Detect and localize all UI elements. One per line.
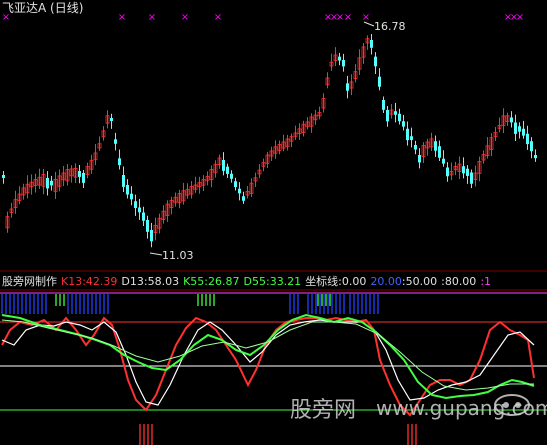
candle-body: [462, 166, 465, 174]
low-price-label: 11.03: [162, 249, 194, 262]
indicator-name: 股旁网制作: [2, 275, 57, 288]
candle-body: [446, 167, 449, 177]
candle-body: [398, 113, 401, 122]
candle-body: [402, 121, 405, 127]
candle-body: [414, 145, 417, 150]
signal-marker: ×: [118, 12, 126, 23]
low-arrow: [149, 252, 163, 256]
candle-body: [418, 155, 421, 163]
signal-marker: ×: [214, 12, 222, 23]
candle-body: [114, 139, 117, 144]
stock-chart-window: × × × × × × × × × × × × × 飞亚达A (日线) 16.78 11.03 股旁网制…: [0, 0, 547, 445]
candle-body: [242, 196, 245, 201]
d13-value: D13:58.03: [121, 275, 180, 288]
candle-body: [518, 126, 521, 132]
candle-body: [434, 141, 437, 151]
candle-body: [226, 166, 229, 174]
signal-marker: ×: [181, 12, 189, 23]
d55-line: [1, 319, 534, 391]
candle-body: [222, 160, 225, 171]
candle-body: [126, 185, 129, 195]
candle-body: [338, 56, 341, 61]
candle-body: [346, 83, 349, 91]
d55-value: D55:33.21: [243, 275, 302, 288]
candle-body: [130, 193, 133, 200]
candle-body: [46, 178, 49, 189]
candle-body: [2, 175, 5, 178]
price-chart-canvas[interactable]: × × × × × ××× × × ×××: [0, 0, 547, 445]
watermark-logo-icon: [494, 394, 530, 416]
candle-body: [382, 100, 385, 110]
high-price-label: 16.78: [374, 20, 406, 33]
candle-body: [378, 76, 381, 87]
candle-body: [438, 146, 441, 158]
k55-value: K55:26.87: [183, 275, 240, 288]
candle-body: [374, 56, 377, 67]
signal-marker: ×: [516, 12, 524, 23]
signal-marker: ×: [148, 12, 156, 23]
candle-body: [342, 60, 345, 67]
candle-body: [442, 158, 445, 164]
candle-body: [466, 168, 469, 176]
candle-body: [150, 230, 153, 242]
candle-body: [78, 171, 81, 177]
candle-body: [530, 141, 533, 152]
candle-body: [118, 158, 121, 166]
candle-body: [370, 40, 373, 48]
watermark-text: 股旁网: [290, 398, 357, 423]
candle-body: [410, 136, 413, 140]
k13-value: K13:42.39: [61, 275, 118, 288]
candle-body: [470, 172, 473, 184]
indicator-header: 股旁网制作 K13:42.39 D13:58.03 K55:26.87 D55:33.2…: [2, 276, 495, 288]
candle-body: [522, 128, 525, 136]
candle-body: [510, 117, 513, 123]
candle-body: [82, 173, 85, 183]
candle-body: [534, 155, 537, 159]
d13-line: [1, 319, 535, 406]
candle-body: [230, 173, 233, 179]
candle-body: [122, 175, 125, 187]
candle-body: [406, 128, 409, 141]
candle-body: [138, 207, 141, 213]
candle-body: [394, 111, 397, 115]
stock-title: 飞亚达A (日线): [2, 1, 84, 15]
coord-0: 0.00: [341, 275, 367, 288]
signal-marker: ×: [362, 12, 370, 23]
candle-body: [50, 180, 53, 186]
signal-marker: ×: [344, 12, 352, 23]
candle-body: [234, 181, 237, 188]
candle-body: [386, 110, 389, 122]
k55-line: [1, 313, 535, 400]
candle-body: [142, 212, 145, 221]
candle-body: [526, 133, 529, 145]
candle-body: [514, 122, 517, 134]
coord-label: 坐标线:: [305, 275, 342, 288]
candle-body: [134, 201, 137, 209]
coord-20: 20.00: [370, 275, 402, 288]
candle-body: [238, 188, 241, 194]
coord-50: :50.00: [401, 275, 438, 288]
coord-1: :1: [480, 275, 492, 288]
coord-80: :80.00: [441, 275, 477, 288]
candle-body: [146, 220, 149, 232]
candle-body: [110, 118, 113, 122]
